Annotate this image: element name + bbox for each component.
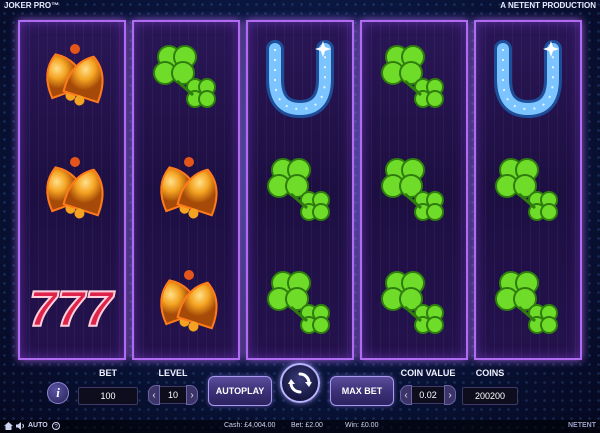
- level-stepper: ‹ 10 ›: [148, 385, 198, 405]
- game-title: JOKER PRO™: [4, 1, 60, 10]
- symbol-clover: [134, 22, 238, 134]
- symbol-horseshoe: [248, 22, 352, 134]
- home-icon[interactable]: [4, 422, 13, 432]
- reel-3: [246, 20, 354, 360]
- reel-1: 777: [18, 20, 126, 360]
- symbol-clover: [248, 135, 352, 247]
- max-bet-button[interactable]: MAX BET: [330, 376, 394, 406]
- coins-value: 200200: [462, 387, 518, 405]
- bell-icon: [46, 44, 104, 106]
- clover-icon: [381, 45, 444, 108]
- bet-value: 100: [78, 387, 138, 405]
- producer-label: A NETENT PRODUCTION: [500, 1, 596, 10]
- bet-label: BET: [99, 368, 117, 378]
- clover-icon: [381, 158, 444, 221]
- cash-balance: Cash: £4,004.00: [224, 422, 276, 429]
- coins-label: COINS: [475, 368, 505, 378]
- spin-arrows-icon: [288, 372, 312, 394]
- symbol-bell: [134, 135, 238, 247]
- horseshoe-icon: [494, 40, 562, 119]
- clover-icon: [267, 158, 330, 221]
- coin-value-label: COIN VALUE: [400, 368, 456, 378]
- svg-text:7: 7: [29, 281, 59, 337]
- bet-amount: Bet: £2.00: [291, 422, 323, 429]
- bell-icon: [160, 157, 218, 219]
- win-amount: Win: £0.00: [345, 422, 379, 429]
- seven-icon: 777: [28, 280, 116, 338]
- autoplay-button[interactable]: AUTOPLAY: [208, 376, 272, 406]
- level-label: LEVEL: [158, 368, 188, 378]
- clover-icon: [495, 158, 558, 221]
- level-decrease-button[interactable]: ‹: [148, 385, 160, 405]
- symbol-clover: [362, 135, 466, 247]
- reel-5: [474, 20, 582, 360]
- symbol-bell: [20, 135, 124, 247]
- svg-text:7: 7: [85, 281, 115, 337]
- auto-toggle[interactable]: AUTO: [28, 422, 48, 429]
- symbol-bell: [134, 248, 238, 360]
- horseshoe-icon: [266, 40, 334, 119]
- symbol-bell: [20, 22, 124, 134]
- symbol-clover: [362, 248, 466, 360]
- game-stage: JOKER PRO™ A NETENT PRODUCTION 777 i BET…: [0, 0, 600, 433]
- symbol-seven: 777: [20, 248, 124, 360]
- symbol-clover: [248, 248, 352, 360]
- netent-logo: NETENT: [568, 422, 596, 429]
- bell-icon: [46, 157, 104, 219]
- clover-icon: [495, 271, 558, 334]
- coin-value-increase-button[interactable]: ›: [444, 385, 456, 405]
- status-bar: AUTO ? Cash: £4,004.00 Bet: £2.00 Win: £…: [0, 420, 600, 433]
- coin-value-stepper: ‹ 0.02 ›: [400, 385, 456, 405]
- sound-icon[interactable]: [16, 422, 25, 432]
- control-panel: i BET 100 LEVEL ‹ 10 › AUTOPLAY MAX BET …: [0, 360, 600, 420]
- svg-text:7: 7: [57, 281, 87, 337]
- clover-icon: [267, 271, 330, 334]
- coin-value-decrease-button[interactable]: ‹: [400, 385, 412, 405]
- level-increase-button[interactable]: ›: [186, 385, 198, 405]
- help-icon[interactable]: ?: [52, 422, 60, 432]
- reel-2: [132, 20, 240, 360]
- symbol-clover: [476, 248, 580, 360]
- symbol-clover: [476, 135, 580, 247]
- symbol-clover: [362, 22, 466, 134]
- clover-icon: [153, 45, 216, 108]
- spin-button[interactable]: [280, 363, 320, 403]
- info-button[interactable]: i: [47, 382, 69, 404]
- clover-icon: [381, 271, 444, 334]
- symbol-horseshoe: [476, 22, 580, 134]
- level-value: 10: [160, 386, 186, 404]
- coin-value: 0.02: [412, 386, 444, 404]
- reel-4: [360, 20, 468, 360]
- bell-icon: [160, 270, 218, 332]
- top-bar: JOKER PRO™ A NETENT PRODUCTION: [0, 0, 600, 12]
